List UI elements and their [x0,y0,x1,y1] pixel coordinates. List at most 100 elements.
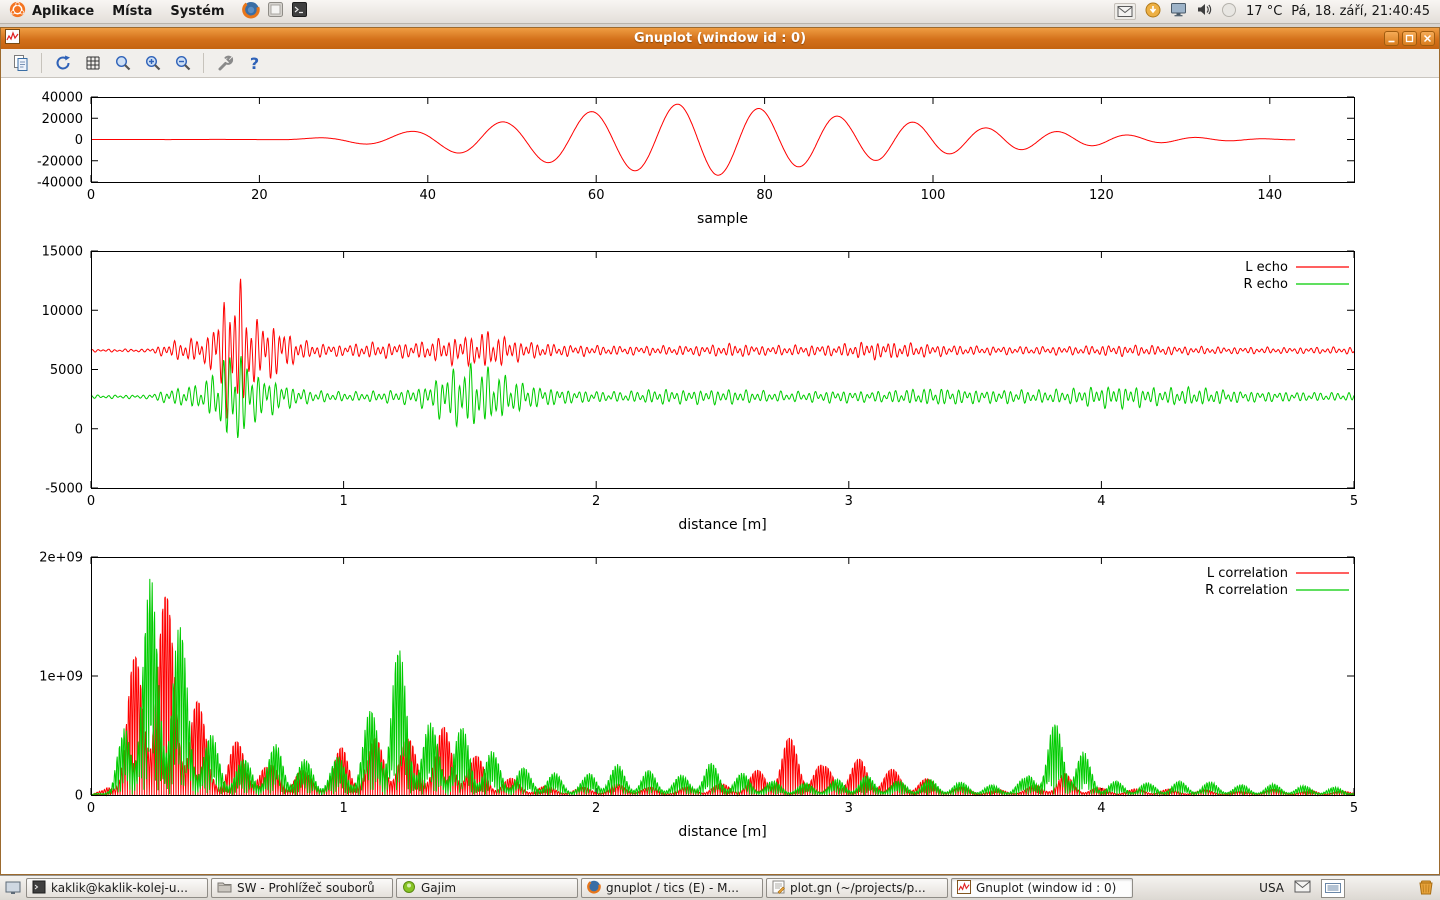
gnuplot-toolbar: ? [1,49,1439,78]
y-tick-label: 15000 [42,245,83,260]
y-tick-label: 0 [75,789,83,804]
x-tick-label: 100 [921,188,946,203]
mail-notification-icon[interactable] [1294,880,1311,896]
toolbar-separator [41,53,42,73]
x-axis-label: distance [m] [678,517,766,533]
x-tick-label: 4 [1097,494,1105,509]
keyboard-indicator-icon[interactable] [1321,879,1345,898]
series-r-correlation [91,579,1354,795]
x-tick-label: 0 [87,801,95,816]
taskbar-window-label: gnuplot / tics (E) - M... [606,881,739,895]
window-title: Gnuplot (window id : 0) [1,31,1439,46]
y-tick-label: 40000 [42,91,83,106]
y-tick-label: 0 [75,133,83,148]
x-tick-label: 2 [592,494,600,509]
panel-tray: 17 °C Pá, 18. září, 21:40:45 [1114,2,1440,22]
x-tick-label: 3 [845,801,853,816]
x-axis-label: distance [m] [678,824,766,840]
x-tick-label: 2 [592,801,600,816]
plot-area: 020406080100120140-40000-200000200004000… [1,78,1439,874]
zoom-button[interactable] [109,51,136,76]
taskbar-window-gajim[interactable]: Gajim [396,878,578,898]
taskbar-window-label: Gajim [421,881,456,895]
x-tick-label: 0 [87,188,95,203]
update-icon[interactable] [1145,2,1161,22]
menu-applications[interactable]: Aplikace [0,0,103,23]
help-button[interactable]: ? [241,51,268,76]
trash-icon[interactable] [1417,878,1435,899]
toolbar-separator [203,53,204,73]
plot-border [92,252,1355,489]
x-tick-label: 40 [420,188,437,203]
volume-icon[interactable] [1196,2,1212,21]
close-button[interactable] [1420,31,1435,46]
menu-places[interactable]: Místa [103,0,161,23]
gajim-icon [402,880,416,897]
taskbar-window-label: plot.gn (~/projects/p... [790,881,926,895]
zoom-out-button[interactable] [169,51,196,76]
taskbar-right: USA [1259,878,1437,899]
chart-signal: 020406080100120140-40000-200000200004000… [37,91,1355,228]
y-tick-label: 1e+09 [39,670,83,685]
help-icon: ? [250,54,259,73]
taskbar-window-firefox[interactable]: gnuplot / tics (E) - M... [581,878,763,898]
maximize-button[interactable] [1402,31,1417,46]
series-signal [91,104,1295,175]
legend-label: R echo [1243,277,1288,292]
x-tick-label: 4 [1097,801,1105,816]
settings-button[interactable] [211,51,238,76]
y-tick-label: -40000 [37,176,83,191]
taskbar-window-label: SW - Prohlížeč souborů [237,881,375,895]
terminal-launcher-icon[interactable] [291,1,308,22]
x-tick-label: 5 [1350,494,1358,509]
copy-button[interactable] [7,51,34,76]
file-manager-icon [217,880,232,896]
x-tick-label: 1 [339,494,347,509]
x-tick-label: 0 [87,494,95,509]
y-tick-label: 2e+09 [39,551,83,566]
temperature-label[interactable]: 17 °C [1246,4,1282,19]
firefox-launcher-icon[interactable] [242,1,260,23]
x-axis-label: sample [697,211,748,227]
taskbar-window-editor[interactable]: plot.gn (~/projects/p... [766,878,948,898]
legend-label: R correlation [1205,583,1288,598]
firefox-icon [587,880,601,897]
x-tick-label: 5 [1350,801,1358,816]
menu-places-label: Místa [112,4,152,19]
y-tick-label: 10000 [42,304,83,319]
taskbar-window-label: Gnuplot (window id : 0) [976,881,1116,895]
x-tick-label: 3 [845,494,853,509]
desktop: Aplikace Místa Systém [0,0,1440,900]
display-icon[interactable] [1170,2,1187,21]
keyboard-layout-indicator[interactable]: USA [1259,881,1284,895]
weather-icon[interactable] [1221,2,1237,22]
refresh-button[interactable] [49,51,76,76]
taskbar-window-label: kaklik@kaklik-kolej-u... [51,881,188,895]
titlebar[interactable]: Gnuplot (window id : 0) [1,28,1439,49]
x-tick-label: 20 [251,188,268,203]
taskbar-window-file-browser[interactable]: SW - Prohlížeč souborů [211,878,393,898]
legend-label: L echo [1245,260,1288,275]
y-tick-label: -5000 [45,482,83,497]
mail-applet-icon[interactable] [1114,3,1136,20]
series-r-echo [91,356,1354,438]
show-desktop-button[interactable] [3,878,23,898]
x-tick-label: 140 [1257,188,1282,203]
clock-label[interactable]: Pá, 18. září, 21:40:45 [1291,4,1430,19]
y-tick-label: -20000 [37,154,83,169]
minimize-button[interactable] [1384,31,1399,46]
chart-echo: 012345-5000050001000015000distance [m]L … [42,245,1359,534]
menu-system[interactable]: Systém [161,0,233,23]
taskbar-window-gnuplot[interactable]: Gnuplot (window id : 0) [951,878,1133,898]
app-launcher-icon[interactable] [267,1,284,22]
text-editor-icon [772,880,785,897]
plots-canvas: 020406080100120140-40000-200000200004000… [1,78,1440,876]
taskbar-window-terminal[interactable]: kaklik@kaklik-kolej-u... [26,878,208,898]
gnuplot-window: Gnuplot (window id : 0) [0,27,1440,875]
legend-label: L correlation [1207,566,1288,581]
ubuntu-logo-icon [9,1,26,22]
grid-button[interactable] [79,51,106,76]
top-panel: Aplikace Místa Systém [0,0,1440,24]
menu-applications-label: Aplikace [32,4,94,19]
zoom-in-button[interactable] [139,51,166,76]
